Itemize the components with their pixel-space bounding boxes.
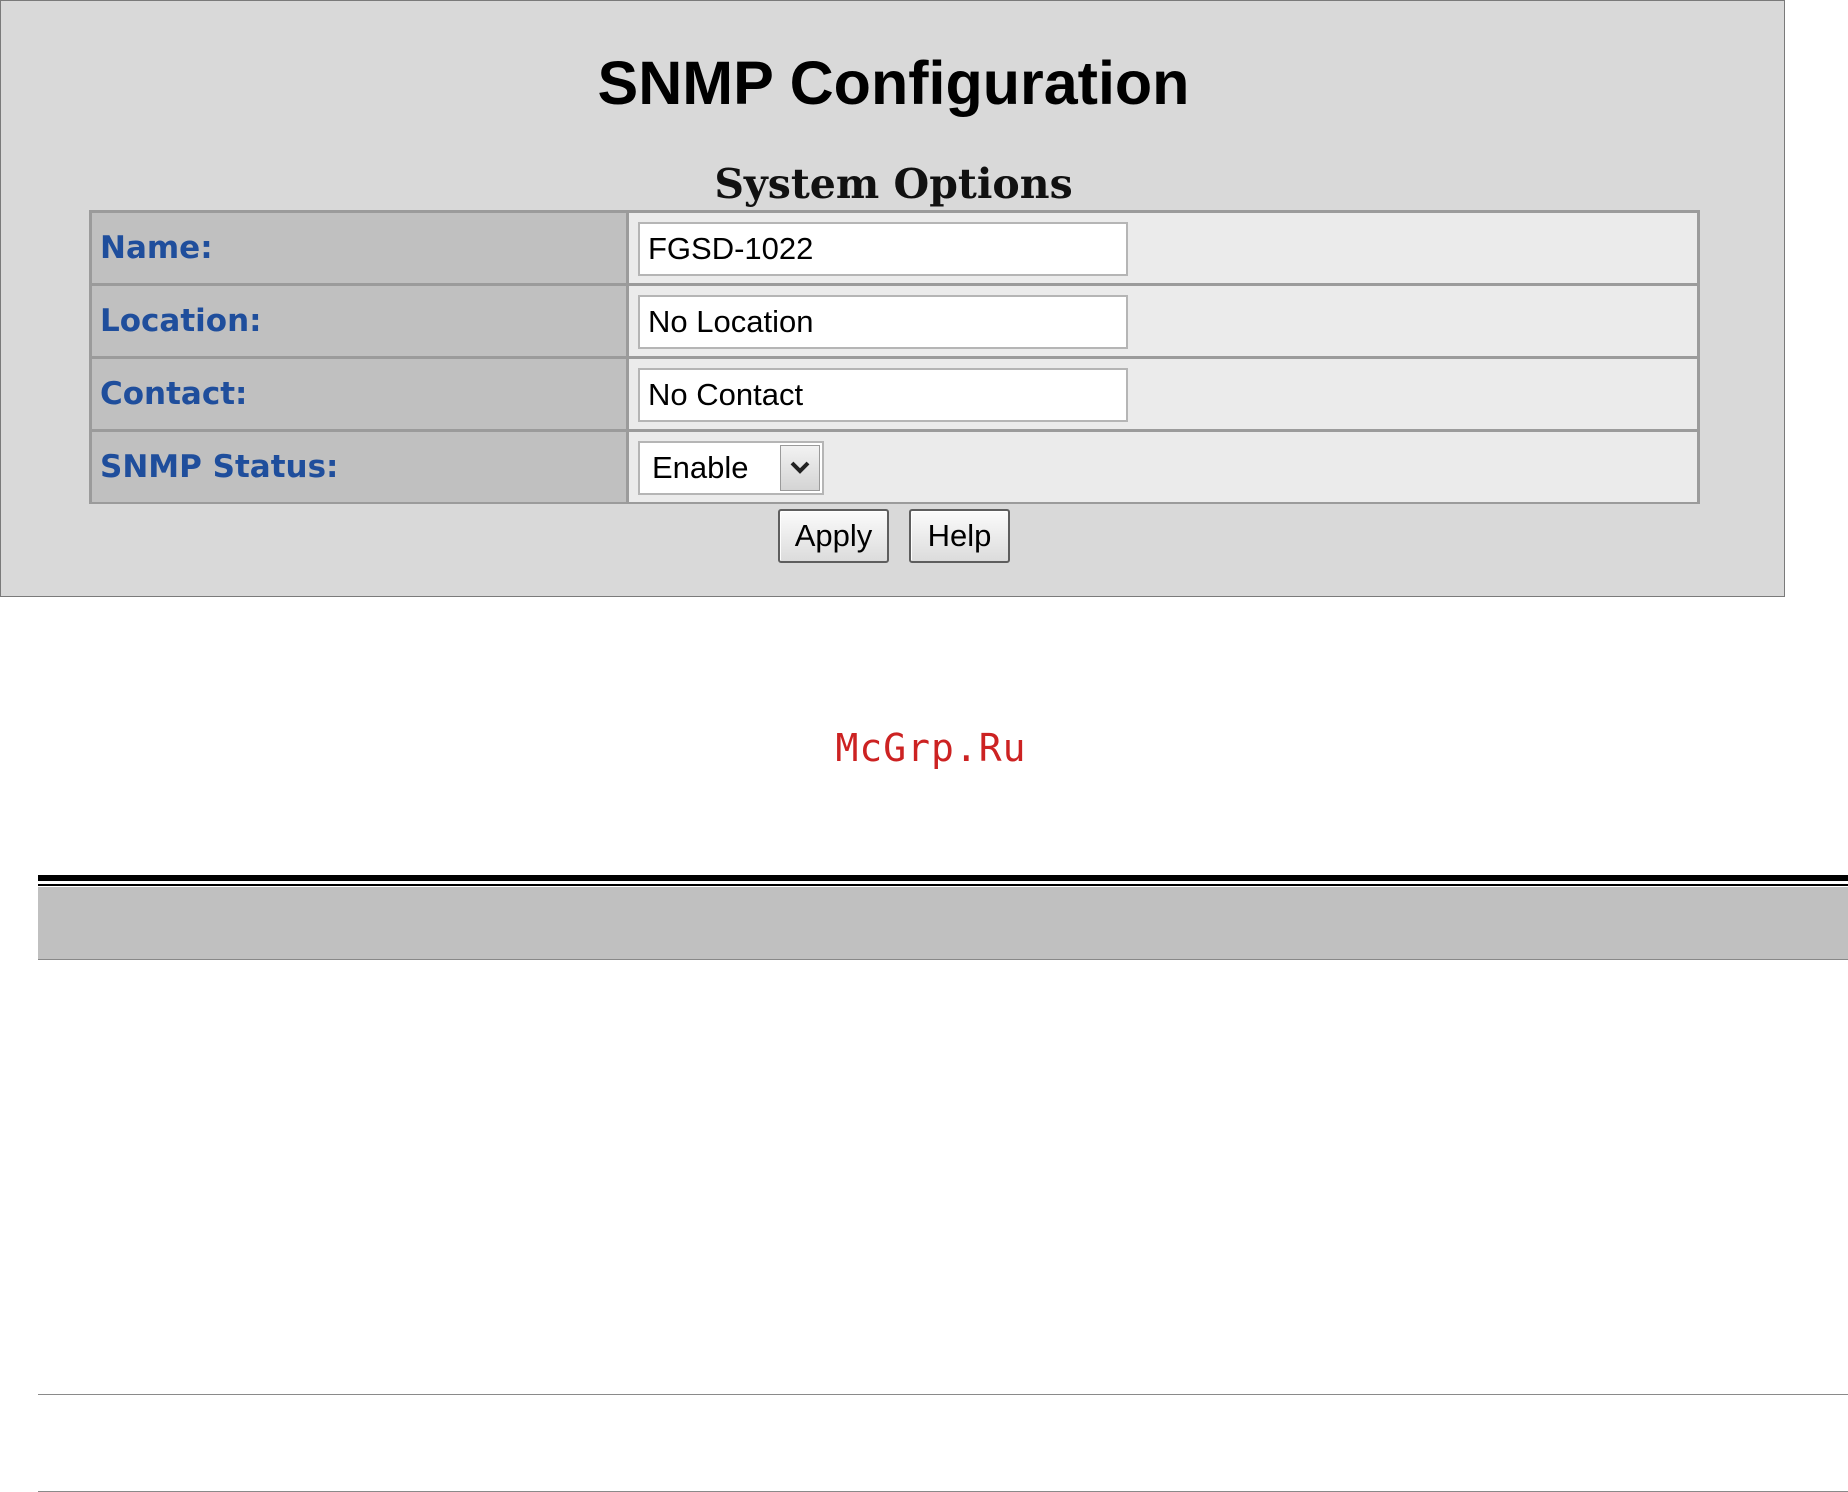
apply-button[interactable]: Apply [778,509,889,563]
snmp-config-panel: SNMP Configuration System Options Name: … [0,0,1785,597]
watermark-text: McGrp.Ru [835,726,1027,770]
name-field[interactable] [638,222,1128,276]
page-title: SNMP Configuration [597,49,1190,117]
dropdown-toggle[interactable] [780,445,820,491]
snmp-status-label: SNMP Status: [92,432,626,502]
system-options-table: Name: Location: Contact: SNMP Status: En… [89,210,1700,504]
horizontal-rule [38,1394,1848,1395]
name-value-cell [629,213,1697,283]
section-title: System Options [714,160,1073,208]
option-row-location: Location: [92,286,1697,356]
chevron-down-icon [790,461,810,474]
contact-label: Contact: [92,359,626,429]
table-header-band [38,887,1848,960]
section-divider [38,875,1848,881]
location-field[interactable] [638,295,1128,349]
help-button[interactable]: Help [909,509,1010,563]
option-row-name: Name: [92,213,1697,283]
option-row-contact: Contact: [92,359,1697,429]
location-label: Location: [92,286,626,356]
contact-field[interactable] [638,368,1128,422]
location-value-cell [629,286,1697,356]
option-row-snmp-status: SNMP Status: Enable [92,432,1697,502]
snmp-status-selected-value: Enable [652,450,749,485]
contact-value-cell [629,359,1697,429]
name-label: Name: [92,213,626,283]
snmp-status-select[interactable]: Enable [638,441,824,495]
section-divider-thin [38,884,1848,886]
snmp-status-value-cell: Enable [629,432,1697,502]
